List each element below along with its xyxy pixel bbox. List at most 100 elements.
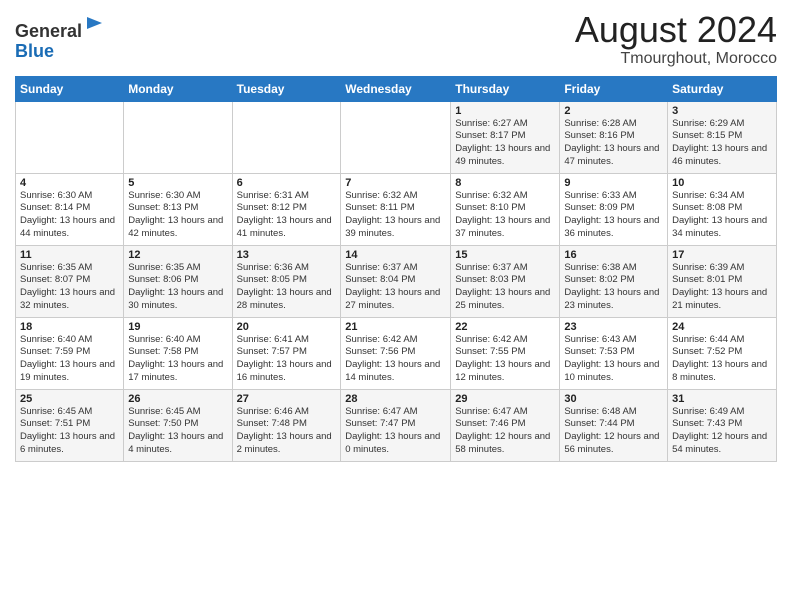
- day-info: Sunrise: 6:34 AM Sunset: 8:08 PM Dayligh…: [672, 190, 772, 241]
- calendar-cell: 13Sunrise: 6:36 AM Sunset: 8:05 PM Dayli…: [232, 245, 341, 317]
- calendar-week-row: 25Sunrise: 6:45 AM Sunset: 7:51 PM Dayli…: [16, 389, 777, 461]
- calendar-header-row: SundayMondayTuesdayWednesdayThursdayFrid…: [16, 76, 777, 101]
- day-number: 27: [237, 393, 337, 405]
- day-info: Sunrise: 6:32 AM Sunset: 8:11 PM Dayligh…: [345, 190, 446, 241]
- calendar-cell: 12Sunrise: 6:35 AM Sunset: 8:06 PM Dayli…: [124, 245, 232, 317]
- day-number: 12: [128, 249, 227, 261]
- day-number: 23: [564, 321, 663, 333]
- calendar-cell: 17Sunrise: 6:39 AM Sunset: 8:01 PM Dayli…: [668, 245, 777, 317]
- day-number: 15: [455, 249, 555, 261]
- day-number: 24: [672, 321, 772, 333]
- day-number: 30: [564, 393, 663, 405]
- day-number: 16: [564, 249, 663, 261]
- day-number: 1: [455, 105, 555, 117]
- calendar-cell: 19Sunrise: 6:40 AM Sunset: 7:58 PM Dayli…: [124, 317, 232, 389]
- day-info: Sunrise: 6:41 AM Sunset: 7:57 PM Dayligh…: [237, 334, 337, 385]
- day-info: Sunrise: 6:49 AM Sunset: 7:43 PM Dayligh…: [672, 406, 772, 457]
- day-info: Sunrise: 6:46 AM Sunset: 7:48 PM Dayligh…: [237, 406, 337, 457]
- calendar-cell: 15Sunrise: 6:37 AM Sunset: 8:03 PM Dayli…: [451, 245, 560, 317]
- day-info: Sunrise: 6:37 AM Sunset: 8:04 PM Dayligh…: [345, 262, 446, 313]
- calendar-cell: 25Sunrise: 6:45 AM Sunset: 7:51 PM Dayli…: [16, 389, 124, 461]
- calendar-cell: [232, 101, 341, 173]
- calendar-table: SundayMondayTuesdayWednesdayThursdayFrid…: [15, 76, 777, 462]
- calendar-cell: 1Sunrise: 6:27 AM Sunset: 8:17 PM Daylig…: [451, 101, 560, 173]
- day-info: Sunrise: 6:30 AM Sunset: 8:14 PM Dayligh…: [20, 190, 119, 241]
- day-info: Sunrise: 6:42 AM Sunset: 7:56 PM Dayligh…: [345, 334, 446, 385]
- day-info: Sunrise: 6:27 AM Sunset: 8:17 PM Dayligh…: [455, 118, 555, 169]
- day-number: 11: [20, 249, 119, 261]
- calendar-cell: 23Sunrise: 6:43 AM Sunset: 7:53 PM Dayli…: [560, 317, 668, 389]
- calendar-cell: 6Sunrise: 6:31 AM Sunset: 8:12 PM Daylig…: [232, 173, 341, 245]
- day-info: Sunrise: 6:47 AM Sunset: 7:47 PM Dayligh…: [345, 406, 446, 457]
- location-title: Tmourghout, Morocco: [575, 50, 777, 68]
- day-info: Sunrise: 6:40 AM Sunset: 7:59 PM Dayligh…: [20, 334, 119, 385]
- calendar-cell: 9Sunrise: 6:33 AM Sunset: 8:09 PM Daylig…: [560, 173, 668, 245]
- header: General Blue August 2024 Tmourghout, Mor…: [15, 10, 777, 68]
- logo-flag-icon: [84, 15, 106, 37]
- col-header-thursday: Thursday: [451, 76, 560, 101]
- calendar-cell: [124, 101, 232, 173]
- day-number: 6: [237, 177, 337, 189]
- logo: General Blue: [15, 15, 106, 62]
- calendar-cell: 29Sunrise: 6:47 AM Sunset: 7:46 PM Dayli…: [451, 389, 560, 461]
- calendar-cell: 16Sunrise: 6:38 AM Sunset: 8:02 PM Dayli…: [560, 245, 668, 317]
- day-info: Sunrise: 6:36 AM Sunset: 8:05 PM Dayligh…: [237, 262, 337, 313]
- calendar-cell: 5Sunrise: 6:30 AM Sunset: 8:13 PM Daylig…: [124, 173, 232, 245]
- day-number: 22: [455, 321, 555, 333]
- day-number: 19: [128, 321, 227, 333]
- day-info: Sunrise: 6:45 AM Sunset: 7:51 PM Dayligh…: [20, 406, 119, 457]
- day-info: Sunrise: 6:31 AM Sunset: 8:12 PM Dayligh…: [237, 190, 337, 241]
- calendar-cell: 31Sunrise: 6:49 AM Sunset: 7:43 PM Dayli…: [668, 389, 777, 461]
- day-number: 25: [20, 393, 119, 405]
- col-header-tuesday: Tuesday: [232, 76, 341, 101]
- day-info: Sunrise: 6:33 AM Sunset: 8:09 PM Dayligh…: [564, 190, 663, 241]
- col-header-monday: Monday: [124, 76, 232, 101]
- day-number: 5: [128, 177, 227, 189]
- calendar-cell: 18Sunrise: 6:40 AM Sunset: 7:59 PM Dayli…: [16, 317, 124, 389]
- day-number: 17: [672, 249, 772, 261]
- calendar-cell: 10Sunrise: 6:34 AM Sunset: 8:08 PM Dayli…: [668, 173, 777, 245]
- calendar-cell: 8Sunrise: 6:32 AM Sunset: 8:10 PM Daylig…: [451, 173, 560, 245]
- day-info: Sunrise: 6:40 AM Sunset: 7:58 PM Dayligh…: [128, 334, 227, 385]
- day-info: Sunrise: 6:28 AM Sunset: 8:16 PM Dayligh…: [564, 118, 663, 169]
- day-number: 10: [672, 177, 772, 189]
- day-number: 3: [672, 105, 772, 117]
- title-block: August 2024 Tmourghout, Morocco: [575, 10, 777, 68]
- day-number: 21: [345, 321, 446, 333]
- day-number: 20: [237, 321, 337, 333]
- calendar-cell: 14Sunrise: 6:37 AM Sunset: 8:04 PM Dayli…: [341, 245, 451, 317]
- col-header-sunday: Sunday: [16, 76, 124, 101]
- day-info: Sunrise: 6:48 AM Sunset: 7:44 PM Dayligh…: [564, 406, 663, 457]
- day-info: Sunrise: 6:39 AM Sunset: 8:01 PM Dayligh…: [672, 262, 772, 313]
- day-info: Sunrise: 6:32 AM Sunset: 8:10 PM Dayligh…: [455, 190, 555, 241]
- day-number: 4: [20, 177, 119, 189]
- calendar-cell: 3Sunrise: 6:29 AM Sunset: 8:15 PM Daylig…: [668, 101, 777, 173]
- calendar-cell: 30Sunrise: 6:48 AM Sunset: 7:44 PM Dayli…: [560, 389, 668, 461]
- calendar-cell: 2Sunrise: 6:28 AM Sunset: 8:16 PM Daylig…: [560, 101, 668, 173]
- calendar-cell: 20Sunrise: 6:41 AM Sunset: 7:57 PM Dayli…: [232, 317, 341, 389]
- calendar-week-row: 1Sunrise: 6:27 AM Sunset: 8:17 PM Daylig…: [16, 101, 777, 173]
- calendar-week-row: 18Sunrise: 6:40 AM Sunset: 7:59 PM Dayli…: [16, 317, 777, 389]
- calendar-cell: 22Sunrise: 6:42 AM Sunset: 7:55 PM Dayli…: [451, 317, 560, 389]
- col-header-friday: Friday: [560, 76, 668, 101]
- calendar-cell: 7Sunrise: 6:32 AM Sunset: 8:11 PM Daylig…: [341, 173, 451, 245]
- calendar-week-row: 4Sunrise: 6:30 AM Sunset: 8:14 PM Daylig…: [16, 173, 777, 245]
- calendar-week-row: 11Sunrise: 6:35 AM Sunset: 8:07 PM Dayli…: [16, 245, 777, 317]
- day-info: Sunrise: 6:43 AM Sunset: 7:53 PM Dayligh…: [564, 334, 663, 385]
- day-number: 8: [455, 177, 555, 189]
- day-info: Sunrise: 6:35 AM Sunset: 8:06 PM Dayligh…: [128, 262, 227, 313]
- page: General Blue August 2024 Tmourghout, Mor…: [0, 0, 792, 612]
- day-number: 14: [345, 249, 446, 261]
- calendar-cell: 24Sunrise: 6:44 AM Sunset: 7:52 PM Dayli…: [668, 317, 777, 389]
- month-year-title: August 2024: [575, 10, 777, 50]
- day-number: 13: [237, 249, 337, 261]
- calendar-cell: [341, 101, 451, 173]
- col-header-wednesday: Wednesday: [341, 76, 451, 101]
- col-header-saturday: Saturday: [668, 76, 777, 101]
- day-number: 29: [455, 393, 555, 405]
- day-number: 26: [128, 393, 227, 405]
- day-info: Sunrise: 6:35 AM Sunset: 8:07 PM Dayligh…: [20, 262, 119, 313]
- day-number: 7: [345, 177, 446, 189]
- day-info: Sunrise: 6:38 AM Sunset: 8:02 PM Dayligh…: [564, 262, 663, 313]
- day-info: Sunrise: 6:42 AM Sunset: 7:55 PM Dayligh…: [455, 334, 555, 385]
